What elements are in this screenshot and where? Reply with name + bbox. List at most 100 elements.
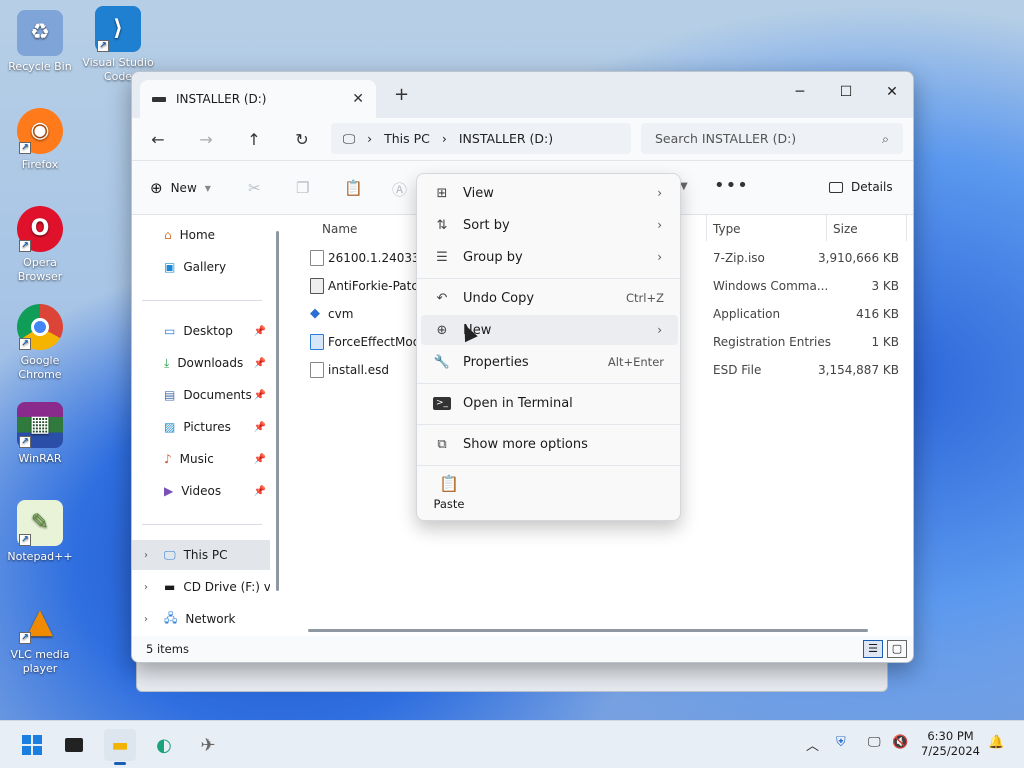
pin-icon[interactable]: 📌 bbox=[254, 454, 266, 465]
address-bar[interactable]: 🖵 › This PC › INSTALLER (D:) bbox=[331, 123, 631, 154]
task-view-button[interactable] bbox=[58, 729, 90, 761]
menu-item-undo-copy[interactable]: ↶ Undo Copy Ctrl+Z bbox=[421, 283, 678, 313]
desktop-icon-firefox[interactable]: ◉ ↗ Firefox bbox=[0, 108, 80, 172]
new-button-label: New bbox=[170, 181, 197, 195]
up-button[interactable]: ↑ bbox=[230, 130, 278, 149]
sidebar-item-label: Videos bbox=[181, 484, 222, 498]
column-divider[interactable] bbox=[706, 215, 707, 241]
pin-icon[interactable]: 📌 bbox=[254, 326, 266, 337]
pin-icon[interactable]: 📌 bbox=[254, 422, 266, 433]
security-icon[interactable]: ⛨ bbox=[836, 735, 846, 750]
details-view-icon[interactable]: ☰ bbox=[863, 640, 883, 658]
sidebar-item-label: Downloads bbox=[177, 356, 244, 370]
network-icon: 🖧 bbox=[164, 610, 178, 625]
menu-item-show-more[interactable]: ⧉ Show more options bbox=[421, 429, 678, 459]
forward-button[interactable]: → bbox=[182, 130, 230, 149]
desktop-icon-label: WinRAR bbox=[18, 452, 62, 465]
pin-icon[interactable]: 📌 bbox=[254, 486, 266, 497]
column-type[interactable]: Type bbox=[713, 222, 741, 236]
volume-muted-icon[interactable]: 🔇 bbox=[892, 735, 908, 750]
breadcrumb-separator[interactable]: › bbox=[367, 131, 372, 146]
file-name: AntiForkie-Patch bbox=[328, 279, 426, 293]
tiles-view-icon[interactable]: ▢ bbox=[887, 640, 907, 658]
sidebar-scrollbar[interactable] bbox=[276, 231, 279, 591]
close-button[interactable]: ✕ bbox=[869, 78, 913, 106]
column-name[interactable]: Name bbox=[322, 222, 357, 236]
search-input[interactable]: Search INSTALLER (D:) ⌕ bbox=[641, 123, 903, 154]
tab-installer[interactable]: INSTALLER (D:) ✕ bbox=[140, 80, 376, 118]
taskbar-app[interactable]: ✈ bbox=[192, 729, 224, 761]
rename-icon[interactable]: Ⓐ bbox=[392, 179, 407, 200]
breadcrumb-this-pc[interactable]: This PC bbox=[384, 131, 430, 146]
column-size[interactable]: Size bbox=[833, 222, 858, 236]
sidebar-item-desktop[interactable]: ▭ Desktop 📌 bbox=[132, 316, 270, 346]
pin-icon[interactable]: 📌 bbox=[254, 358, 266, 369]
desktop-icon-recycle-bin[interactable]: ♻ Recycle Bin bbox=[0, 10, 80, 74]
firefox-icon: ◉ ↗ bbox=[17, 108, 63, 154]
app-icon: ◆ bbox=[310, 306, 320, 321]
paste-icon[interactable]: 📋 bbox=[344, 179, 363, 197]
refresh-button[interactable]: ↻ bbox=[278, 130, 326, 149]
details-button[interactable]: Details bbox=[829, 180, 893, 194]
desktop-icon-winrar[interactable]: ▦ ↗ WinRAR bbox=[0, 402, 80, 466]
chevron-right-icon: › bbox=[657, 250, 662, 264]
desktop-icon-notepadpp[interactable]: ✎ ↗ Notepad++ bbox=[0, 500, 80, 564]
start-button[interactable] bbox=[16, 729, 48, 761]
desktop-icon-vlc[interactable]: ▲ ↗ VLC media player bbox=[0, 598, 80, 676]
back-button[interactable]: ← bbox=[134, 130, 182, 149]
sidebar-item-network[interactable]: › 🖧 Network bbox=[132, 604, 270, 634]
horizontal-scrollbar[interactable] bbox=[308, 629, 868, 632]
expand-chevron-icon[interactable]: › bbox=[144, 614, 148, 625]
expand-chevron-icon[interactable]: › bbox=[144, 550, 148, 561]
tab-close-icon[interactable]: ✕ bbox=[352, 91, 364, 107]
menu-item-group-by[interactable]: ☰ Group by › bbox=[421, 242, 678, 272]
maximize-button[interactable]: ☐ bbox=[823, 78, 869, 106]
group-icon: ☰ bbox=[436, 249, 448, 265]
new-tab-button[interactable]: + bbox=[394, 84, 409, 105]
notification-icon[interactable]: 🔔 bbox=[988, 735, 1004, 750]
sidebar-item-music[interactable]: ♪ Music 📌 bbox=[132, 444, 270, 474]
opera-icon: O ↗ bbox=[17, 206, 63, 252]
sidebar-item-this-pc[interactable]: › 🖵 This PC bbox=[132, 540, 270, 570]
cut-icon[interactable]: ✂ bbox=[248, 179, 261, 197]
menu-item-open-terminal[interactable]: >_ Open in Terminal bbox=[421, 388, 678, 418]
sidebar-item-home[interactable]: ⌂ Home bbox=[132, 220, 270, 250]
sidebar-item-gallery[interactable]: ▣ Gallery bbox=[132, 252, 270, 282]
desktop-icon-opera[interactable]: O ↗ Opera Browser bbox=[0, 206, 80, 284]
menu-item-view[interactable]: ⊞ View › bbox=[421, 178, 678, 208]
cd-drive-icon: ▬ bbox=[164, 580, 176, 594]
menu-item-label: Properties bbox=[463, 354, 529, 370]
sidebar-item-pictures[interactable]: ▨ Pictures 📌 bbox=[132, 412, 270, 442]
copy-icon[interactable]: ❐ bbox=[296, 179, 309, 197]
pin-icon[interactable]: 📌 bbox=[254, 390, 266, 401]
details-pane-icon bbox=[829, 181, 843, 193]
breadcrumb-installer[interactable]: INSTALLER (D:) bbox=[459, 131, 553, 146]
taskbar-file-explorer[interactable]: ▬ bbox=[104, 729, 136, 765]
document-icon: ▤ bbox=[164, 388, 176, 402]
column-divider[interactable] bbox=[906, 215, 907, 241]
paste-button[interactable]: 📋 Paste bbox=[429, 474, 469, 511]
menu-item-label: Open in Terminal bbox=[463, 395, 573, 411]
sidebar-item-cd-drive[interactable]: › ▬ CD Drive (F:) virt bbox=[132, 572, 270, 602]
menu-item-properties[interactable]: 🔧 Properties Alt+Enter bbox=[421, 347, 678, 377]
more-options-button[interactable]: ••• bbox=[714, 175, 749, 196]
show-hidden-icons-chevron[interactable]: ︿ bbox=[806, 735, 819, 754]
sidebar-item-videos[interactable]: ▶ Videos 📌 bbox=[132, 476, 270, 506]
sidebar-item-downloads[interactable]: ⤓ Downloads 📌 bbox=[132, 348, 270, 378]
network-status-icon[interactable]: 🖵 bbox=[868, 735, 881, 750]
new-button[interactable]: ⊕ New ▼ bbox=[150, 179, 211, 197]
sort-chevron-icon[interactable]: ▼ bbox=[680, 181, 688, 192]
file-type: Registration Entries bbox=[713, 335, 831, 349]
expand-chevron-icon[interactable]: › bbox=[144, 582, 148, 593]
breadcrumb-separator[interactable]: › bbox=[442, 131, 447, 146]
item-count: 5 items bbox=[146, 642, 189, 656]
sidebar-item-documents[interactable]: ▤ Documents 📌 bbox=[132, 380, 270, 410]
menu-item-sort-by[interactable]: ⇅ Sort by › bbox=[421, 210, 678, 240]
column-divider[interactable] bbox=[826, 215, 827, 241]
tab-title: INSTALLER (D:) bbox=[176, 92, 267, 106]
minimize-button[interactable]: ─ bbox=[777, 78, 823, 106]
desktop-icon-chrome[interactable]: ↗ Google Chrome bbox=[0, 304, 80, 382]
desktop-icon-label: Opera Browser bbox=[17, 256, 63, 283]
taskbar-edge[interactable]: ◐ bbox=[148, 729, 180, 761]
clock[interactable]: 6:30 PM 7/25/2024 bbox=[921, 729, 980, 759]
